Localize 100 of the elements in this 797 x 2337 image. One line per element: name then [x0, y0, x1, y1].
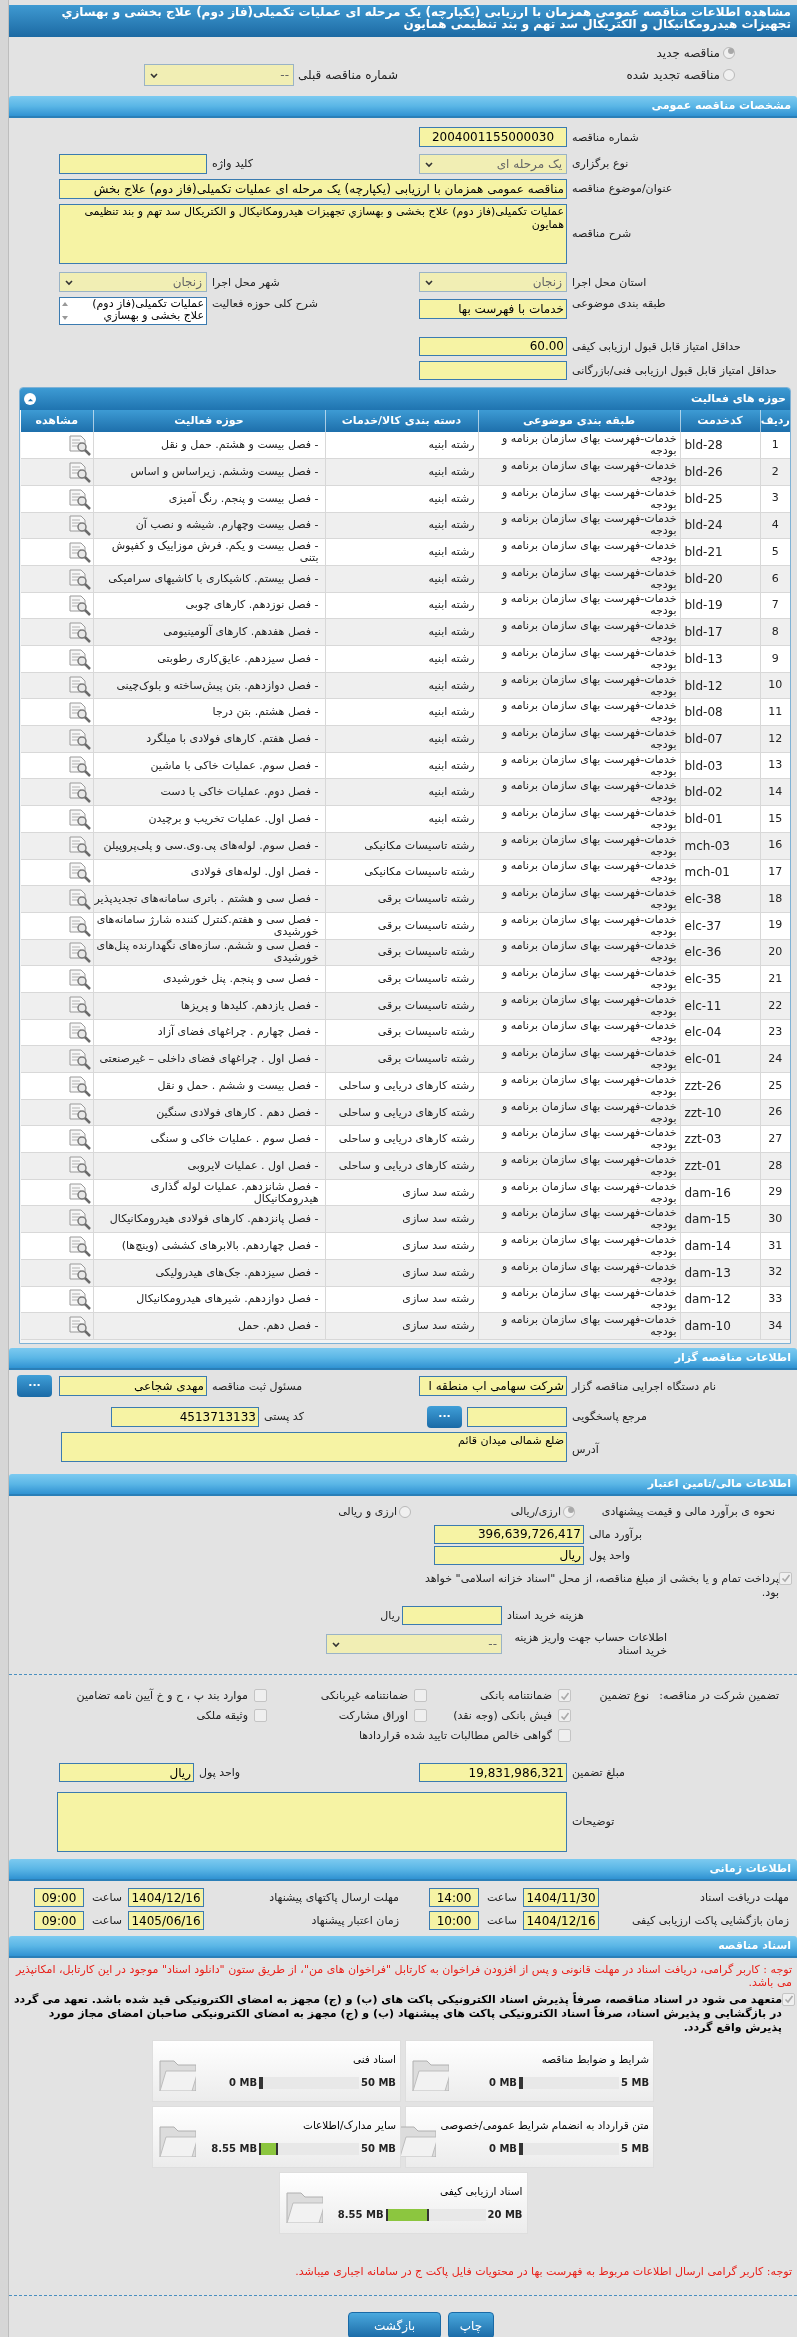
dropdown[interactable]: --	[326, 1633, 502, 1654]
document-search-icon[interactable]	[67, 781, 91, 804]
input-field[interactable]	[419, 360, 567, 380]
document-search-icon[interactable]	[67, 1181, 91, 1204]
document-search-icon[interactable]	[67, 1101, 91, 1124]
dropdown[interactable]: یک مرحله ای	[419, 153, 567, 174]
size-limit: 20 MB	[487, 2208, 523, 2223]
table-cell: خدمات-فهرست بهای سازمان برنامه و بودجه	[478, 965, 680, 993]
dropdown[interactable]: زنجان	[419, 272, 567, 292]
input-field[interactable]: مهدی شجاعی	[59, 1376, 207, 1397]
input-field[interactable]: 10:00	[429, 1911, 479, 1931]
checkbox[interactable]	[254, 1709, 267, 1723]
document-search-icon[interactable]	[67, 701, 91, 724]
input-field[interactable]: 2004001155000030	[419, 127, 567, 147]
input-field[interactable]: 09:00	[34, 1888, 84, 1908]
document-search-icon[interactable]	[67, 541, 91, 564]
table-cell: رشته ابنیه	[325, 752, 478, 779]
document-search-icon[interactable]	[67, 1048, 91, 1071]
document-search-icon[interactable]	[67, 807, 91, 830]
input-field[interactable]: 1404/11/30	[523, 1888, 599, 1908]
table-cell: zzt-26	[680, 1072, 760, 1100]
input-field[interactable]: 60.00	[419, 336, 567, 356]
dropdown[interactable]: زنجان	[59, 272, 207, 292]
input-field[interactable]: 1404/12/16	[523, 1911, 599, 1931]
field-label: حداقل امتیاز قابل قبول ارزیابی فنی/بازرگانی	[571, 363, 778, 377]
document-search-icon[interactable]	[67, 1288, 91, 1311]
action-button[interactable]: بازگشت	[348, 2312, 441, 2337]
document-search-icon[interactable]	[67, 1315, 91, 1338]
input-field[interactable]: ریال	[59, 1763, 194, 1783]
checkbox[interactable]	[414, 1689, 427, 1703]
text-area[interactable]: ضلع شمالی میدان قائم	[61, 1431, 567, 1462]
input-field[interactable]: 1405/06/16	[128, 1911, 204, 1931]
document-search-icon[interactable]	[67, 834, 91, 857]
checkbox[interactable]	[558, 1689, 571, 1703]
input-field[interactable]: شرکت سهامی اب منطقه ا	[419, 1376, 567, 1397]
document-search-icon[interactable]	[67, 914, 91, 937]
document-search-icon[interactable]	[67, 487, 91, 510]
input-field[interactable]: ریال	[434, 1545, 584, 1565]
field-label: زمان اعتبار پیشنهاد	[310, 1914, 399, 1928]
document-search-icon[interactable]	[67, 968, 91, 991]
list-box[interactable]: عملیات تکمیلی(فاز دوم) علاج بخشی و بهسازي	[59, 297, 207, 325]
table-cell: 22	[760, 992, 790, 1020]
document-search-icon[interactable]	[67, 754, 91, 777]
document-search-icon[interactable]	[67, 1208, 91, 1231]
input-field[interactable]: مناقصه عمومی همزمان با ارزیابی (یکپارچه) یک مرحله ای عملیات تکمیلی(فاز دوم) علاج بخش	[59, 178, 567, 199]
input-field[interactable]	[402, 1606, 502, 1626]
document-search-icon[interactable]	[67, 434, 91, 457]
document-search-icon[interactable]	[67, 647, 91, 670]
input-field[interactable]: خدمات با فهرست بها	[419, 299, 567, 319]
checkbox[interactable]	[558, 1709, 571, 1723]
input-field[interactable]: 4513713133	[111, 1406, 259, 1427]
radio-button[interactable]	[723, 69, 735, 81]
document-search-icon[interactable]	[67, 1261, 91, 1284]
input-field[interactable]: 396,639,726,417	[434, 1524, 584, 1544]
action-button[interactable]: چاپ	[448, 2312, 494, 2337]
checkbox[interactable]	[414, 1709, 427, 1723]
field-label: مسئول ثبت مناقصه	[211, 1379, 304, 1393]
document-search-icon[interactable]	[67, 861, 91, 884]
more-button[interactable]: ...	[427, 1405, 462, 1428]
document-search-icon[interactable]	[67, 1234, 91, 1257]
table-cell: elc-36	[680, 939, 760, 966]
checkbox[interactable]	[779, 1571, 792, 1585]
field-label: تضمین شرکت در مناقصه:	[658, 1688, 779, 1704]
radio-button[interactable]	[723, 47, 735, 59]
collapse-icon[interactable]	[24, 393, 36, 405]
radio-button[interactable]	[399, 1505, 411, 1518]
table-cell: 3	[760, 485, 790, 513]
radio-button[interactable]	[563, 1505, 575, 1518]
document-search-icon[interactable]	[67, 594, 91, 617]
input-field[interactable]: 09:00	[34, 1911, 84, 1931]
table-cell: خدمات-فهرست بهای سازمان برنامه و بودجه	[478, 805, 680, 833]
document-search-icon[interactable]	[67, 567, 91, 590]
input-field[interactable]: 1404/12/16	[128, 1888, 204, 1908]
document-search-icon[interactable]	[67, 514, 91, 537]
document-search-icon[interactable]	[67, 1154, 91, 1177]
checkbox[interactable]	[254, 1689, 267, 1703]
table-cell: 13	[760, 752, 790, 779]
checkbox[interactable]	[782, 1992, 795, 2006]
text-area[interactable]	[57, 1791, 567, 1852]
document-search-icon[interactable]	[67, 1128, 91, 1151]
table-cell: - فصل بیستم. کاشیکاری با کاشیهای سرامیکی	[93, 565, 325, 593]
document-search-icon[interactable]	[67, 727, 91, 750]
document-search-icon[interactable]	[67, 941, 91, 964]
text-area[interactable]: عملیات تکمیلی(فاز دوم) علاج بخشی و بهسازي تجهیزات هیدرومکانیکال و الکتریکال سد تهم و بند تنظیمی همایون	[59, 203, 567, 264]
input-field[interactable]: 14:00	[429, 1888, 479, 1908]
checkbox[interactable]	[558, 1729, 571, 1743]
table-cell: 21	[760, 965, 790, 993]
document-search-icon[interactable]	[67, 621, 91, 644]
document-search-icon[interactable]	[67, 461, 91, 484]
input-field[interactable]	[59, 153, 207, 174]
document-search-icon[interactable]	[67, 674, 91, 697]
input-field[interactable]: 19,831,986,321	[419, 1763, 567, 1783]
more-button[interactable]: ...	[17, 1375, 52, 1398]
input-field[interactable]	[467, 1406, 567, 1427]
document-search-icon[interactable]	[67, 994, 91, 1017]
document-search-icon[interactable]	[67, 888, 91, 911]
dropdown[interactable]: --	[144, 64, 294, 86]
field-label: شماره مناقصه	[571, 130, 640, 144]
document-search-icon[interactable]	[67, 1021, 91, 1044]
document-search-icon[interactable]	[67, 1074, 91, 1097]
